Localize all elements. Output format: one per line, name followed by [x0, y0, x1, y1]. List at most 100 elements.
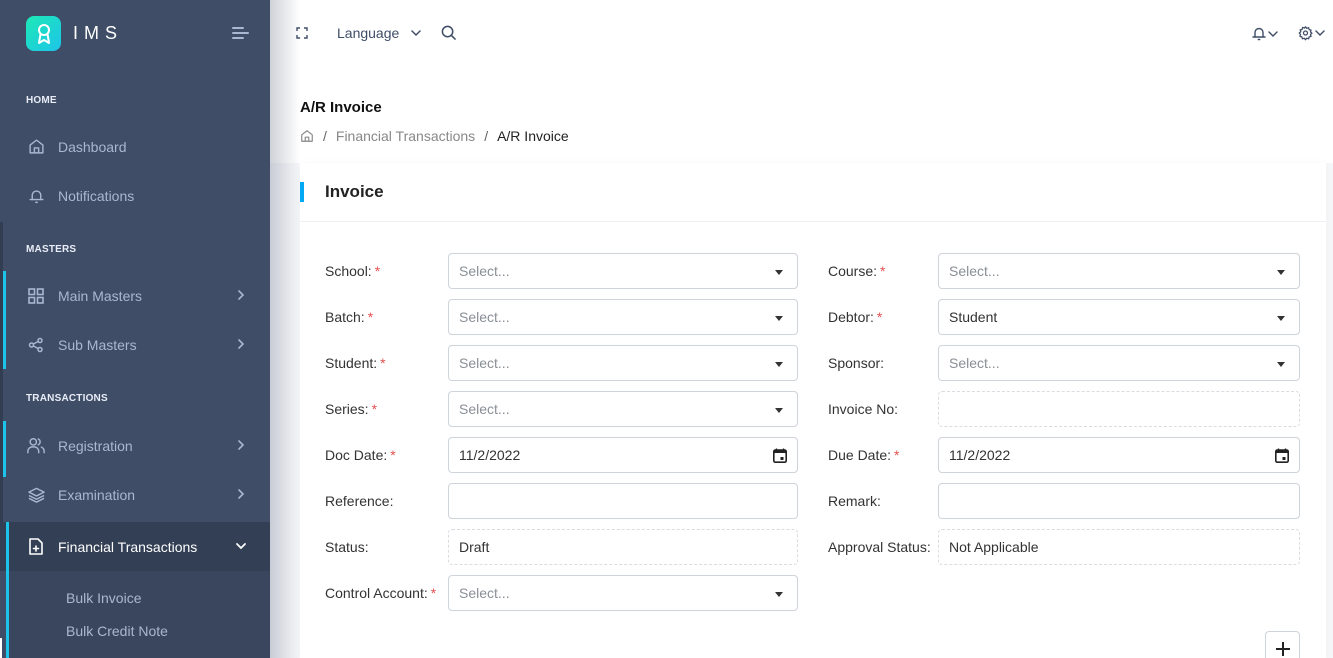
selected-value: Student — [949, 309, 998, 325]
sidebar-item-label: Notifications — [58, 187, 135, 204]
due-date-input[interactable]: 11/2/2022 — [938, 437, 1300, 473]
card-title-accent — [300, 182, 304, 202]
language-label: Language — [337, 25, 400, 41]
batch-label: Batch: * — [325, 309, 373, 325]
caret-down-icon — [775, 408, 783, 413]
home-icon[interactable] — [300, 129, 314, 143]
chevron-down-icon — [1268, 30, 1278, 37]
invoice-no-label: Invoice No: — [828, 401, 899, 417]
label-text: Series: — [325, 401, 369, 417]
label-text: Debtor: — [828, 309, 874, 325]
menu-toggle-icon[interactable] — [232, 27, 250, 41]
placeholder: Select... — [459, 263, 510, 279]
caret-down-icon — [775, 316, 783, 321]
notifications-dropdown[interactable] — [1252, 26, 1278, 41]
reference-label: Reference: — [325, 493, 394, 509]
caret-down-icon — [1277, 270, 1285, 275]
sponsor-label: Sponsor: — [828, 355, 885, 371]
sidebar-item-financial-transactions[interactable]: Financial Transactions — [0, 522, 270, 571]
input-value: Not Applicable — [949, 539, 1039, 555]
sidebar-item-notifications[interactable]: Notifications — [0, 171, 270, 220]
sidebar-item-label: Main Masters — [58, 287, 143, 304]
student-label: Student: * — [325, 355, 386, 371]
course-label: Course: * — [828, 263, 885, 279]
plus-icon — [1275, 641, 1290, 656]
sidebar-item-sub-masters[interactable]: Sub Masters — [0, 320, 270, 369]
doc-date-input[interactable]: 11/2/2022 — [448, 437, 798, 473]
invoice-no-field — [938, 391, 1300, 427]
sidebar-edge — [0, 638, 2, 658]
series-select[interactable]: Select... — [448, 391, 798, 427]
home-icon — [26, 137, 46, 157]
brand-name: IMS — [73, 23, 124, 43]
breadcrumb-current: A/R Invoice — [497, 128, 569, 144]
sidebar-item-dashboard[interactable]: Dashboard — [0, 122, 270, 171]
doc-date-label: Doc Date: * — [325, 447, 396, 463]
settings-icon — [1298, 26, 1313, 41]
section-label-transactions: TRANSACTIONS — [26, 393, 108, 404]
label-text: Due Date: — [828, 447, 892, 463]
input-value: Draft — [459, 539, 490, 555]
sidebar-item-label: Financial Transactions — [58, 538, 198, 555]
control-account-select[interactable]: Select... — [448, 575, 798, 611]
label-text: Control Account: — [325, 585, 428, 601]
placeholder: Select... — [949, 355, 1000, 371]
brand[interactable]: IMS — [26, 16, 123, 51]
series-label: Series: * — [325, 401, 377, 417]
chevron-right-icon — [238, 489, 245, 499]
label-text: School: — [325, 263, 372, 279]
caret-down-icon — [1277, 362, 1285, 367]
required-marker: * — [876, 309, 883, 325]
file-plus-icon — [26, 537, 46, 557]
caret-down-icon — [775, 362, 783, 367]
label-text: Course: — [828, 263, 878, 279]
remark-input[interactable] — [938, 483, 1300, 519]
breadcrumb-financial-transactions[interactable]: Financial Transactions — [336, 128, 475, 144]
chevron-down-icon — [236, 543, 246, 550]
share-icon — [26, 335, 46, 355]
placeholder: Select... — [949, 263, 1000, 279]
page-title: A/R Invoice — [300, 99, 382, 116]
required-marker: * — [390, 447, 396, 463]
debtor-label: Debtor: * — [828, 309, 882, 325]
caret-down-icon — [1277, 316, 1285, 321]
settings-dropdown[interactable] — [1298, 25, 1325, 41]
section-label-masters: MASTERS — [26, 244, 77, 255]
sponsor-select[interactable]: Select... — [938, 345, 1300, 381]
language-dropdown[interactable]: Language — [337, 25, 422, 41]
search-icon[interactable] — [441, 25, 456, 40]
school-select[interactable]: Select... — [448, 253, 798, 289]
chevron-right-icon — [238, 290, 245, 300]
calendar-icon[interactable] — [1275, 448, 1289, 463]
label-text: Student: — [325, 355, 378, 371]
required-marker: * — [374, 263, 381, 279]
approval-status-field: Not Applicable — [938, 529, 1300, 565]
sidebar-subitem-bulk-credit-note[interactable]: Bulk Credit Note — [66, 623, 168, 639]
remark-label: Remark: — [828, 493, 881, 509]
student-select[interactable]: Select... — [448, 345, 798, 381]
reference-input[interactable] — [448, 483, 798, 519]
batch-select[interactable]: Select... — [448, 299, 798, 335]
status-label: Status: — [325, 539, 369, 555]
placeholder: Select... — [459, 355, 510, 371]
caret-down-icon — [775, 592, 783, 597]
submenu-background — [6, 571, 270, 658]
input-value: 11/2/2022 — [459, 447, 521, 463]
sidebar-item-main-masters[interactable]: Main Masters — [0, 271, 270, 320]
add-line-button[interactable] — [1265, 631, 1300, 658]
course-select[interactable]: Select... — [938, 253, 1300, 289]
calendar-icon[interactable] — [773, 448, 787, 463]
debtor-select[interactable]: Student — [938, 299, 1300, 335]
users-icon — [26, 436, 46, 456]
placeholder: Select... — [459, 401, 510, 417]
label-text: Batch: — [325, 309, 365, 325]
section-label-home: HOME — [26, 95, 57, 106]
card-title: Invoice — [325, 182, 384, 201]
control-account-label: Control Account: * — [325, 585, 436, 601]
sidebar-item-examination[interactable]: Examination — [0, 470, 270, 519]
chevron-down-icon — [411, 30, 422, 37]
status-field: Draft — [448, 529, 798, 565]
sidebar-item-registration[interactable]: Registration — [0, 421, 270, 470]
sidebar-subitem-bulk-invoice[interactable]: Bulk Invoice — [66, 590, 141, 606]
input-value: 11/2/2022 — [949, 447, 1011, 463]
